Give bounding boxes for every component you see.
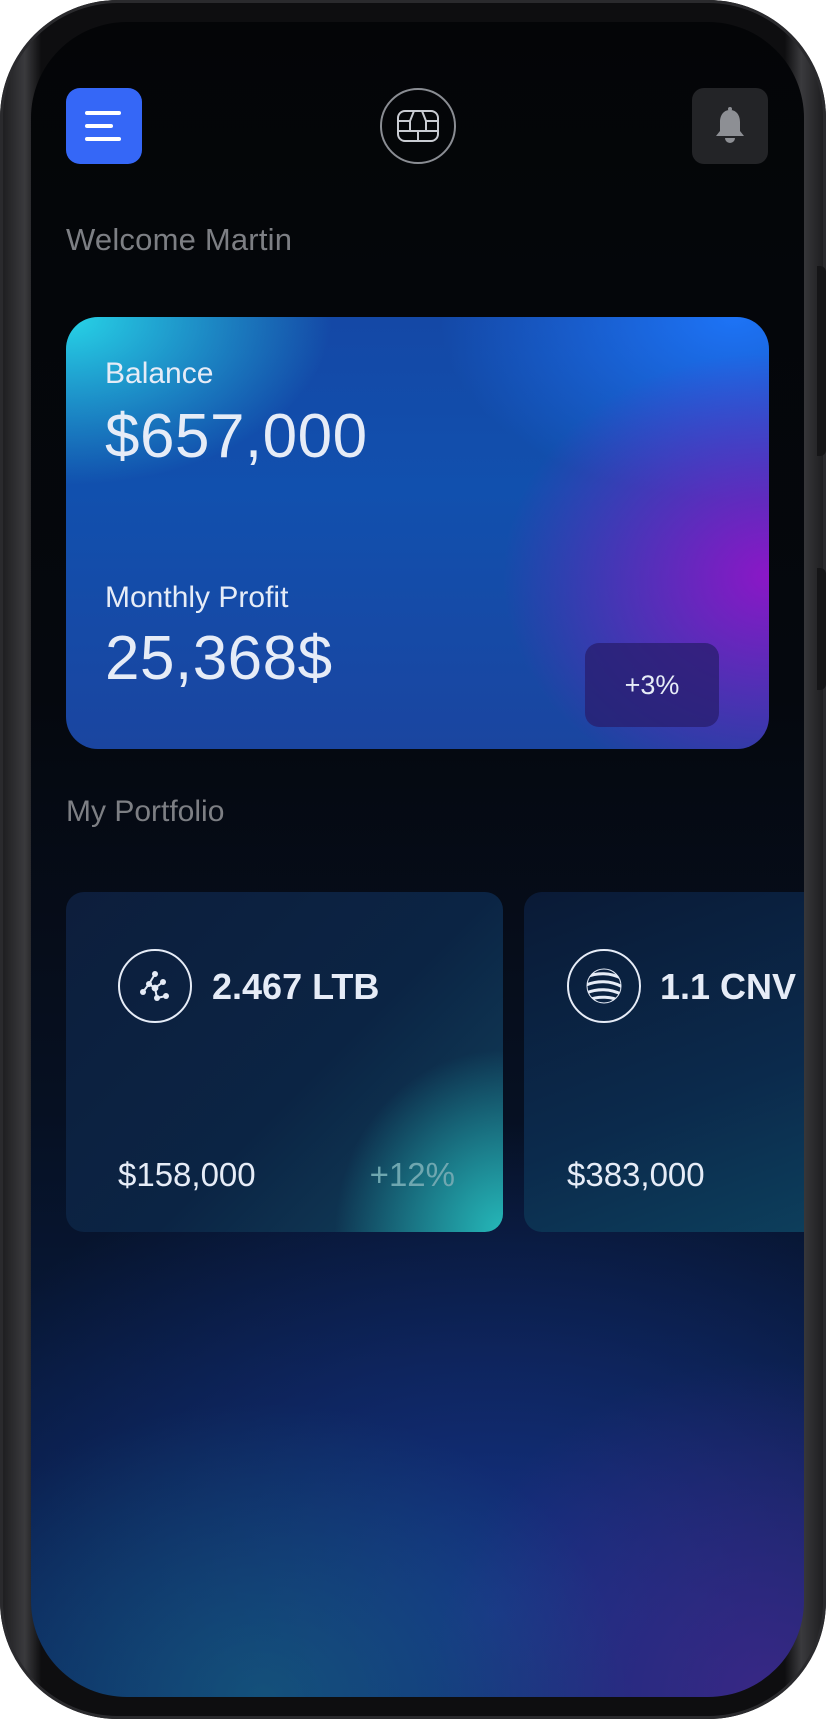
phone-frame: Welcome Martin Balance $657,000 Monthly … (0, 0, 826, 1719)
globe-sphere-icon (586, 968, 622, 1004)
power-button (817, 568, 826, 690)
coin-amount: 1.1 CNV (660, 966, 797, 1007)
balance-card[interactable]: Balance $657,000 Monthly Profit 25,368$ … (66, 317, 769, 749)
network-nodes-icon (140, 971, 169, 1001)
sim-chip-icon (397, 110, 439, 142)
portfolio-card[interactable]: 2.467 LTB $158,000 +12% (66, 892, 503, 1232)
portfolio-card[interactable]: 1.1 CNV $383,000 (524, 892, 804, 1232)
menu-button[interactable] (66, 88, 142, 164)
app-screen: Welcome Martin Balance $657,000 Monthly … (31, 22, 804, 1697)
bell-icon (716, 107, 744, 143)
coin-icon-wrapper (118, 949, 192, 1023)
coin-icon-wrapper (567, 949, 641, 1023)
monthly-profit-label: Monthly Profit (105, 581, 289, 614)
volume-button (817, 266, 826, 456)
coin-amount: 2.467 LTB (212, 966, 380, 1007)
portfolio-title: My Portfolio (66, 795, 225, 828)
hamburger-menu-icon-bar (85, 124, 113, 128)
monthly-profit-value: 25,368$ (105, 624, 333, 693)
app-logo (380, 88, 456, 164)
welcome-text: Welcome Martin (66, 222, 293, 257)
coin-change: +12% (369, 1156, 455, 1193)
coin-value: $383,000 (567, 1156, 705, 1193)
balance-label: Balance (105, 357, 214, 390)
profit-change-badge: +3% (585, 643, 719, 727)
hamburger-menu-icon-bar (85, 137, 121, 141)
hamburger-menu-icon (85, 111, 121, 115)
notifications-button[interactable] (692, 88, 768, 164)
balance-value: $657,000 (105, 402, 368, 471)
coin-value: $158,000 (118, 1156, 256, 1193)
